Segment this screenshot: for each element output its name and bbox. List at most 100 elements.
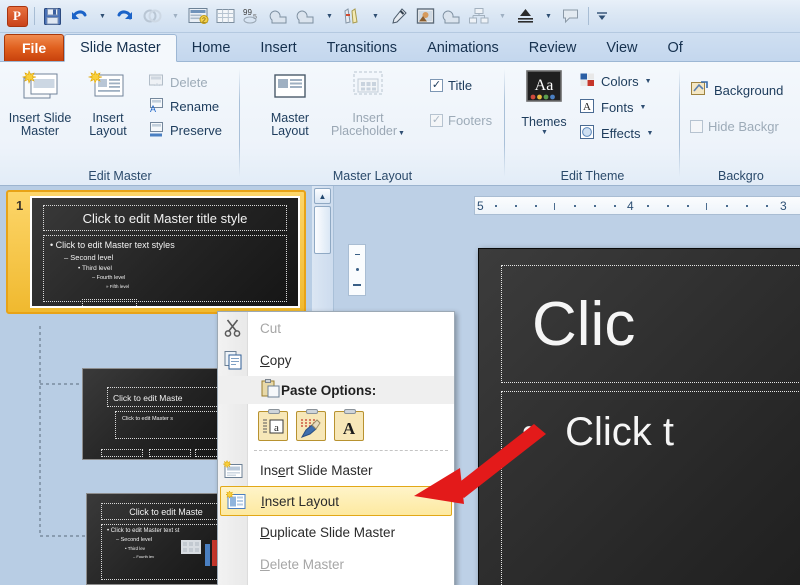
hide-background-graphics-row[interactable]: Hide Backgr [690, 119, 783, 134]
insert-layout-button[interactable]: Insert Layout [74, 68, 142, 139]
tab-review[interactable]: Review [514, 35, 592, 61]
insert-slide-master-button[interactable]: Insert Slide Master [6, 68, 74, 139]
spelling-icon[interactable]: 99 5 [239, 4, 265, 29]
paste-keep-text-only-icon[interactable]: A [334, 409, 364, 441]
tab-view[interactable]: View [591, 35, 652, 61]
customize-qat-icon[interactable] [593, 4, 611, 29]
master-layout-button[interactable]: Master Layout [256, 68, 324, 139]
delete-icon [148, 73, 165, 92]
undo-dropdown-icon[interactable]: ▼ [93, 4, 111, 29]
context-menu-item-duplicate-slide-master[interactable]: Duplicate Slide Master [218, 516, 454, 548]
svg-text:2: 2 [202, 17, 206, 24]
tab-office[interactable]: Of [653, 35, 698, 61]
ruler-dot-2 [515, 205, 517, 207]
thumb3-title-placeholder: Click to edit Maste [101, 503, 231, 520]
repeat-dropdown-icon[interactable]: ▼ [166, 4, 184, 29]
shape-fill-icon[interactable] [293, 4, 319, 29]
comment-icon[interactable] [558, 4, 584, 29]
pen-icon[interactable] [339, 4, 365, 29]
slide-body-placeholder[interactable]: • Click t [501, 391, 800, 585]
object-icon[interactable] [439, 4, 465, 29]
group-label-master-layout: Master Layout [332, 169, 413, 183]
thumb3-body-l4-text: Fourth lev [136, 554, 155, 559]
paste-keep-source-formatting-icon[interactable] [296, 409, 326, 441]
thumb3-body-l1: • Click to edit Master text st [107, 528, 180, 534]
effects-label: Effects [601, 126, 641, 141]
tab-file[interactable]: File [4, 34, 65, 61]
thumb1-body-l1-text: Click to edit Master text styles [55, 240, 175, 250]
background-styles-button[interactable]: Background [690, 80, 783, 101]
context-menu-item-copy[interactable]: Copy [218, 344, 454, 376]
smartart-icon[interactable] [466, 4, 492, 29]
title-checkbox-row[interactable]: ✓ Title [430, 78, 492, 93]
svg-text:Aa: Aa [535, 77, 554, 94]
context-menu-item-delete-master[interactable]: Delete Master [218, 548, 454, 580]
thumbnail-slide-3[interactable]: Click to edit Maste • Click to edit Mast… [86, 493, 238, 585]
context-menu[interactable]: Cut Copy Paste Options: a A Insert Slide… [217, 311, 455, 585]
ruler-half-1 [554, 203, 555, 210]
vertical-ruler[interactable] [348, 244, 366, 296]
pen-dropdown-icon[interactable]: ▼ [366, 4, 384, 29]
theme-effects-button[interactable]: Effects ▼ [579, 124, 653, 143]
picture-icon[interactable] [412, 4, 438, 29]
effects-icon [579, 124, 596, 143]
delete-master-button[interactable]: Delete [148, 73, 222, 92]
align-dropdown-icon[interactable]: ▼ [539, 4, 557, 29]
smartart-dropdown-icon[interactable]: ▼ [493, 4, 511, 29]
footers-checkbox[interactable]: ✓ [430, 114, 443, 127]
tab-home[interactable]: Home [177, 35, 246, 61]
tab-transitions[interactable]: Transitions [312, 35, 412, 61]
thumbnail-slide-1[interactable]: 1 Click to edit Master title style • Cli… [6, 190, 306, 314]
tab-animations[interactable]: Animations [412, 35, 514, 61]
save-icon[interactable] [39, 4, 65, 29]
effects-caret-icon[interactable]: ▼ [647, 130, 654, 137]
thumbnail-frame-3: Click to edit Maste • Click to edit Mast… [86, 493, 238, 585]
ruler-dot-6 [614, 205, 616, 207]
shape-fill-dropdown-icon[interactable]: ▼ [320, 4, 338, 29]
context-menu-item-insert-layout[interactable]: Insert Layout [220, 486, 452, 516]
slide-canvas[interactable]: Clic • Click t [478, 248, 800, 585]
context-menu-item-add-section[interactable]: Add Section [218, 580, 454, 585]
powerpoint-logo-icon[interactable]: P [4, 4, 30, 29]
eyedropper-icon[interactable] [385, 4, 411, 29]
shape-icon[interactable] [266, 4, 292, 29]
theme-fonts-button[interactable]: A Fonts ▼ [579, 98, 653, 117]
slide-title-placeholder[interactable]: Clic [501, 265, 800, 383]
insert-layout-label-1: Insert [92, 110, 124, 125]
table-icon[interactable] [212, 4, 238, 29]
redo-icon[interactable] [112, 4, 138, 29]
ribbon: Insert Slide Master Insert Layout Delete… [0, 62, 800, 186]
themes-button[interactable]: Aa Themes ▼ [515, 68, 573, 137]
insert-layout-icon [224, 490, 247, 512]
thumbnail-frame-1: Click to edit Master title style • Click… [30, 196, 300, 308]
new-slide-icon[interactable]: 2 [185, 4, 211, 29]
preserve-master-button[interactable]: Preserve [148, 121, 222, 140]
tab-slide-master[interactable]: Slide Master [64, 34, 177, 62]
thumb2-footer-placeholder-left [101, 449, 143, 457]
repeat-icon[interactable] [139, 4, 165, 29]
footers-checkbox-row[interactable]: ✓ Footers [430, 113, 492, 128]
fonts-caret-icon[interactable]: ▼ [640, 104, 647, 111]
context-menu-item-cut[interactable]: Cut [218, 312, 454, 344]
scrollbar-thumb[interactable] [314, 206, 331, 254]
undo-icon[interactable] [66, 4, 92, 29]
title-checkbox[interactable]: ✓ [430, 79, 443, 92]
thumbnail-slide-2[interactable]: Click to edit Maste Click to edit Master… [82, 368, 232, 460]
rename-master-button[interactable]: A Rename [148, 97, 222, 116]
themes-caret-icon[interactable]: ▼ [541, 129, 548, 137]
colors-caret-icon[interactable]: ▼ [645, 78, 652, 85]
horizontal-ruler[interactable]: 5 4 3 [474, 196, 800, 215]
ruler-dot-1 [495, 205, 497, 207]
svg-text:A: A [583, 101, 591, 113]
insert-placeholder-caret-icon[interactable]: ▼ [398, 130, 405, 137]
preserve-label: Preserve [170, 123, 223, 138]
paste-use-destination-theme-icon[interactable]: a [258, 409, 288, 441]
theme-colors-button[interactable]: Colors ▼ [579, 72, 653, 91]
align-icon[interactable] [512, 4, 538, 29]
thumb1-body-l3-text: Third level [81, 265, 112, 272]
hide-background-graphics-checkbox[interactable] [690, 120, 703, 133]
scroll-up-arrow-icon[interactable]: ▲ [314, 188, 331, 204]
context-menu-item-insert-slide-master[interactable]: Insert Slide Master [218, 454, 454, 486]
tab-insert[interactable]: Insert [245, 35, 311, 61]
insert-placeholder-button[interactable]: Insert Placeholder▼ [324, 68, 412, 139]
